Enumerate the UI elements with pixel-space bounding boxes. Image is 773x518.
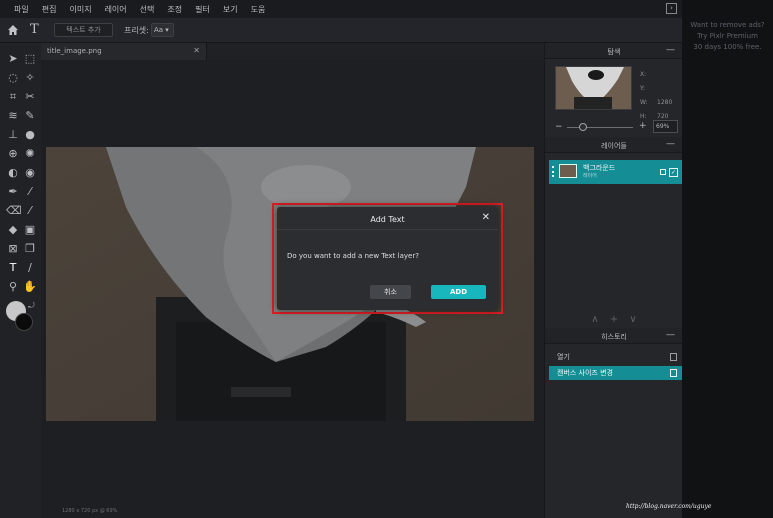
sponge-tool-icon[interactable]: ◉ [23,166,37,180]
navigator-title: 탐색 [607,48,621,56]
cut-tool-icon[interactable]: ✂ [23,90,37,104]
history-item-active[interactable]: 캔버스 사이즈 변경 [549,366,683,380]
close-tab-icon[interactable]: ✕ [193,46,200,55]
history-item[interactable]: 열기 [549,350,683,364]
menu-filter[interactable]: 필터 [195,4,210,15]
dialog-header: Add Text ✕ [277,207,498,230]
type-tool-icon[interactable]: T [6,261,20,275]
navigator-info: X: Y: W: 1280 H: 720 [640,68,672,124]
layers-tool-icon[interactable]: ❐ [23,242,37,256]
history-header: 히스토리 — [545,328,683,344]
sphere-tool-icon[interactable]: ⊕ [6,147,20,161]
dialog-title: Add Text [370,215,405,224]
zoom-tool-icon[interactable]: ⚲ [6,280,20,294]
navigator-width: 1280 [657,99,673,106]
editor-app: 파일 편집 이미지 레이어 선택 조정 필터 보기 도움 › T 텍스트 추가 … [0,0,683,518]
preset-dropdown[interactable]: Aa ▾ [151,23,174,37]
preset-label: 프리셋: [124,26,149,35]
menu-help[interactable]: 도움 [251,4,266,15]
history-doc-icon [670,369,677,377]
arrange-tool-icon[interactable]: ➤ [6,52,20,66]
add-text-button[interactable]: 텍스트 추가 [54,23,113,37]
brush-tool-icon[interactable]: ⁄ [23,185,37,199]
dialog-message: Do you want to add a new Text layer? [287,252,419,260]
layer-thumbnail [559,164,577,178]
fill-tool-icon[interactable]: ◆ [6,223,20,237]
options-bar: T 텍스트 추가 프리셋: Aa ▾ [0,18,682,43]
history-collapse-icon[interactable]: — [666,330,675,340]
navigator-header: 탐색 — [545,43,683,59]
zoom-input[interactable]: 69% [653,120,678,133]
ads-line[interactable]: 30 days 100% free. [682,42,773,53]
wand-tool-icon[interactable]: ✧ [23,71,37,85]
text-tool-icon: T [30,22,39,37]
drop-tool-icon[interactable]: ● [23,128,37,142]
ads-sidebar: Want to remove ads? Try Pixlr Premium 30… [682,0,773,518]
hand-tool-icon[interactable]: ✋ [23,280,37,294]
canvas-status: 1280 x 720 px @ 69% [62,508,118,514]
menu-file[interactable]: 파일 [14,4,29,15]
layers-collapse-icon[interactable]: — [666,139,675,149]
zoom-slider-handle[interactable] [579,123,587,131]
pen-tool-icon[interactable]: ✒ [6,185,20,199]
zoom-in-icon[interactable]: + [639,121,647,131]
liquify-tool-icon[interactable]: ≋ [6,109,20,123]
navigator-collapse-icon[interactable]: — [666,45,675,55]
document-tab[interactable]: title_image.png ✕ [41,43,207,60]
cancel-button[interactable]: 취소 [370,285,411,299]
menu-view[interactable]: 보기 [223,4,238,15]
zoom-slider[interactable] [567,127,633,128]
background-color-swatch[interactable] [15,313,33,331]
layer-item[interactable]: 백그라운드 레이어 ✓ [549,160,683,184]
gradient-tool-icon[interactable]: ▣ [23,223,37,237]
dodge-tool-icon[interactable]: ◐ [6,166,20,180]
layers-title: 레이어들 [601,142,627,150]
move-up-icon[interactable]: ∧ [591,314,598,325]
eraser-tool-icon[interactable]: ⌫ [6,204,22,218]
right-panels: 탐색 — X: Y: W: 1280 H: 720 − + 69% 레이어들 —… [544,43,683,518]
zoom-out-icon[interactable]: − [555,122,563,132]
home-icon[interactable] [7,24,19,36]
tool-panel: ➤ ⬚ ◌ ✧ ⌗ ✂ ≋ ✎ ⊥ ● ⊕ ✺ ◐ ◉ ✒ ⁄ ⌫ ⁄ ◆ ▣ … [0,43,41,518]
stamp-tool-icon[interactable]: ⊥ [6,128,20,142]
history-doc-icon [670,353,677,361]
navigator-thumbnail[interactable] [555,66,632,110]
add-text-dialog: Add Text ✕ Do you want to add a new Text… [277,207,498,310]
ads-line[interactable]: Try Pixlr Premium [682,31,773,42]
replace-tool-icon[interactable]: ⁄ [23,204,37,218]
zoom-controls: − + 69% [545,119,683,135]
visibility-checkbox-icon[interactable]: ✓ [669,168,678,177]
heal-tool-icon[interactable]: ✎ [23,109,37,123]
add-button[interactable]: ADD [431,285,486,299]
move-down-icon[interactable]: ∨ [629,314,636,325]
lock-icon[interactable] [660,169,666,175]
layer-subtitle: 레이어 [583,173,597,179]
layers-header: 레이어들 — [545,137,683,153]
layer-actions: ∧ + ∨ [545,314,683,325]
history-title: 히스토리 [601,333,627,341]
collapse-panel-icon[interactable]: › [666,3,677,14]
pinch-tool-icon[interactable]: ✺ [23,147,37,161]
menu-bar: 파일 편집 이미지 레이어 선택 조정 필터 보기 도움 › [0,0,682,18]
crop-tool-icon[interactable]: ⌗ [6,90,20,104]
shape-tool-icon[interactable]: ⊠ [6,242,20,256]
menu-select[interactable]: 선택 [140,4,155,15]
document-tab-name: title_image.png [47,47,102,55]
menu-adjust[interactable]: 조정 [167,4,182,15]
ads-line[interactable]: Want to remove ads? [682,20,773,31]
drag-handle-icon[interactable] [552,166,554,177]
lasso-tool-icon[interactable]: ◌ [6,71,20,85]
menu-layer[interactable]: 레이어 [105,4,127,15]
add-layer-icon[interactable]: + [610,314,618,325]
menu-image[interactable]: 이미지 [69,4,91,15]
watermark: http://blog.naver.com/uguye [626,503,712,510]
dialog-close-icon[interactable]: ✕ [482,212,490,223]
marquee-tool-icon[interactable]: ⬚ [23,52,37,66]
swap-colors-icon[interactable]: ⤾ [28,301,35,311]
menu-edit[interactable]: 편집 [42,4,57,15]
eyedropper-tool-icon[interactable]: ∕ [23,261,37,275]
